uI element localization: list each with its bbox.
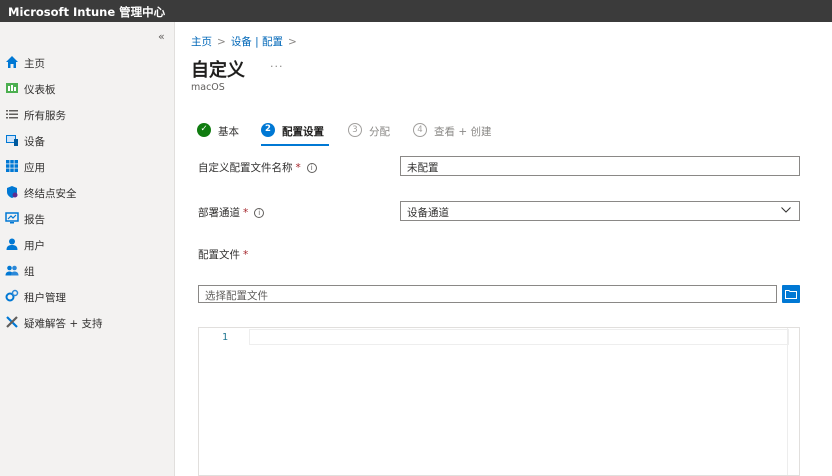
sidebar-item-label: 主页 — [24, 58, 45, 70]
info-icon[interactable]: i — [254, 208, 265, 218]
sidebar-item-label: 组 — [24, 266, 35, 278]
step-number: 2 — [261, 123, 275, 137]
dropdown-value: 设备通道 — [407, 207, 449, 219]
sidebar-item-label: 仪表板 — [24, 84, 56, 96]
sidebar-item-apps[interactable]: 应用 — [0, 156, 174, 178]
top-bar: Microsoft Intune 管理中心 — [0, 0, 832, 22]
current-line-highlight — [249, 329, 789, 345]
devices-icon — [6, 135, 18, 146]
step-number: 3 — [348, 123, 362, 137]
step-label: 基本 — [218, 126, 239, 138]
user-icon — [6, 238, 18, 250]
sidebar-item-label: 报告 — [24, 214, 45, 226]
profile-name-label: 自定义配置文件名称 * i — [198, 160, 317, 175]
breadcrumb-separator: > — [288, 36, 297, 48]
home-icon — [6, 56, 18, 68]
more-options-button[interactable]: ··· — [270, 60, 284, 73]
sidebar-item-reports[interactable]: 报告 — [0, 208, 174, 230]
groups-icon — [5, 265, 19, 276]
sidebar-item-devices[interactable]: 设备 — [0, 130, 174, 152]
breadcrumb-home[interactable]: 主页 — [191, 36, 212, 48]
code-editor[interactable]: 1 — [198, 327, 800, 476]
step-label: 查看 + 创建 — [434, 126, 492, 138]
sidebar-item-endpoint-security[interactable]: 终结点安全 — [0, 182, 174, 204]
sidebar-item-label: 租户管理 — [24, 292, 66, 304]
sidebar-item-tenant-admin[interactable]: 租户管理 — [0, 286, 174, 308]
sidebar-item-all-services[interactable]: 所有服务 — [0, 104, 174, 126]
config-file-input[interactable]: 选择配置文件 — [198, 285, 777, 303]
step-basics[interactable]: ✓ 基本 — [197, 122, 247, 146]
deployment-channel-label: 部署通道 * i — [198, 205, 265, 220]
breadcrumb: 主页 > 设备 | 配置 > — [191, 34, 302, 49]
required-marker: * — [243, 249, 249, 261]
folder-icon — [785, 290, 797, 299]
step-number: 4 — [413, 123, 427, 137]
line-number: 1 — [222, 332, 229, 343]
app-title[interactable]: Microsoft Intune 管理中心 — [8, 4, 165, 20]
sidebar: « 主页 仪表板 所有服务 设备 应用 终结点安全 报告 用户 组 租户管理 疑… — [0, 22, 175, 476]
page-subtitle: macOS — [191, 82, 225, 93]
breadcrumb-separator: > — [217, 36, 226, 48]
shield-icon — [7, 186, 18, 198]
sidebar-item-label: 终结点安全 — [24, 188, 77, 200]
field-label-text: 部署通道 — [198, 207, 240, 219]
tenant-icon — [5, 289, 19, 302]
editor-scrollbar[interactable] — [787, 328, 799, 475]
step-review-create[interactable]: 4 查看 + 创建 — [413, 122, 493, 146]
sidebar-item-label: 应用 — [24, 162, 45, 174]
sidebar-item-label: 用户 — [24, 240, 45, 252]
sidebar-item-dashboard[interactable]: 仪表板 — [0, 78, 174, 100]
required-marker: * — [295, 162, 301, 174]
field-label-text: 配置文件 — [198, 249, 240, 261]
active-step-indicator — [261, 144, 329, 146]
info-icon[interactable]: i — [306, 163, 317, 173]
deployment-channel-dropdown[interactable]: 设备通道 — [400, 201, 800, 221]
required-marker: * — [243, 207, 249, 219]
field-label-text: 自定义配置文件名称 — [198, 162, 293, 174]
step-label: 分配 — [369, 126, 390, 138]
collapse-sidebar-button[interactable]: « — [158, 30, 165, 43]
step-label: 配置设置 — [282, 126, 324, 138]
step-assignments[interactable]: 3 分配 — [348, 122, 398, 146]
sidebar-item-label: 所有服务 — [24, 110, 66, 122]
step-configuration-settings[interactable]: 2 配置设置 — [261, 122, 331, 146]
sidebar-item-home[interactable]: 主页 — [0, 52, 174, 74]
sidebar-item-label: 疑难解答 + 支持 — [24, 318, 103, 330]
check-icon: ✓ — [197, 123, 211, 137]
profile-name-input[interactable]: 未配置 — [400, 156, 800, 176]
chevron-down-icon — [781, 207, 791, 213]
reports-icon — [5, 212, 19, 224]
sidebar-item-troubleshooting[interactable]: 疑难解答 + 支持 — [0, 312, 174, 334]
page-title: 自定义 — [191, 60, 245, 81]
sidebar-item-groups[interactable]: 组 — [0, 260, 174, 282]
troubleshoot-icon — [6, 316, 18, 328]
sidebar-item-users[interactable]: 用户 — [0, 234, 174, 256]
browse-file-button[interactable] — [782, 285, 800, 303]
apps-icon — [6, 160, 18, 172]
breadcrumb-devices-config[interactable]: 设备 | 配置 — [231, 36, 283, 48]
dashboard-icon — [6, 83, 18, 93]
sidebar-item-label: 设备 — [24, 136, 45, 148]
config-file-label: 配置文件 * — [198, 247, 248, 262]
list-icon — [6, 110, 18, 119]
